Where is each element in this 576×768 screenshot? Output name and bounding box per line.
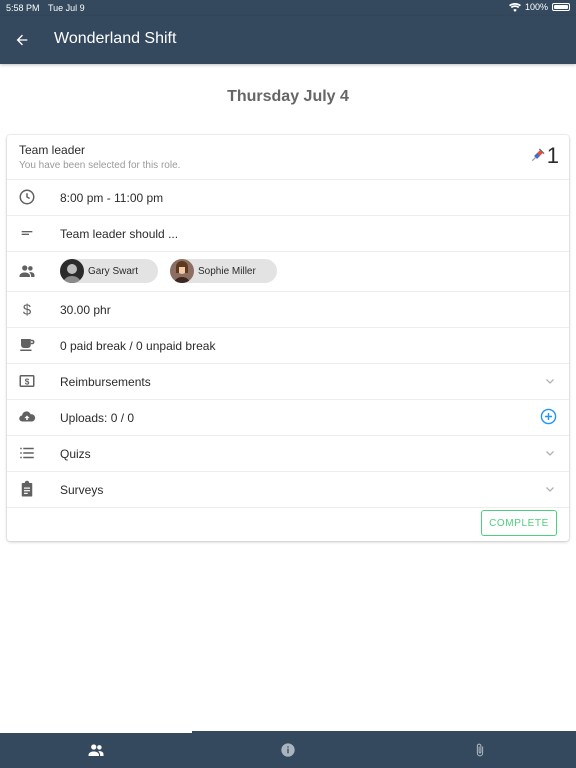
cloud-upload-icon bbox=[17, 407, 37, 427]
receipt-dollar-icon: $ bbox=[17, 371, 37, 391]
page-title: Wonderland Shift bbox=[54, 30, 177, 47]
avatar bbox=[170, 259, 194, 283]
chevron-down-icon[interactable] bbox=[543, 446, 557, 460]
battery-percent: 100% bbox=[524, 2, 548, 12]
chevron-down-icon[interactable] bbox=[543, 482, 557, 496]
members-row: Gary Swart Sophie Miller bbox=[7, 251, 569, 292]
time-row: 8:00 pm - 11:00 pm bbox=[7, 179, 569, 216]
role-title: Team leader bbox=[19, 143, 86, 157]
description-text: Team leader should ... bbox=[60, 227, 179, 241]
surveys-row[interactable]: Surveys bbox=[7, 471, 569, 508]
role-count: 1 bbox=[529, 143, 559, 169]
tab-attachments[interactable] bbox=[384, 731, 576, 768]
battery-icon bbox=[552, 3, 570, 11]
app-bar: Wonderland Shift bbox=[0, 16, 576, 64]
status-bar: 5:58 PM Tue Jul 9 100% bbox=[0, 0, 576, 16]
pay-text: 30.00 phr bbox=[60, 303, 111, 317]
wifi-icon bbox=[508, 2, 521, 12]
role-subtitle: You have been selected for this role. bbox=[19, 160, 181, 171]
member-name: Sophie Miller bbox=[198, 265, 256, 277]
avatar bbox=[60, 259, 84, 283]
status-right: 100% bbox=[508, 2, 570, 12]
member-name: Gary Swart bbox=[88, 265, 139, 277]
list-icon bbox=[17, 443, 37, 463]
people-icon bbox=[88, 743, 104, 756]
role-card: Team leader You have been selected for t… bbox=[7, 135, 569, 541]
pay-row: $ 30.00 phr bbox=[7, 291, 569, 328]
reimbursements-row[interactable]: $ Reimbursements bbox=[7, 363, 569, 400]
bottom-tab-bar bbox=[0, 731, 576, 768]
date-heading: Thursday July 4 bbox=[227, 88, 349, 105]
paperclip-icon bbox=[476, 743, 484, 756]
info-icon bbox=[281, 742, 295, 757]
quizzes-row[interactable]: Quizs bbox=[7, 435, 569, 472]
clock-icon bbox=[17, 187, 37, 207]
add-upload-button[interactable] bbox=[539, 407, 557, 425]
breaks-text: 0 paid break / 0 unpaid break bbox=[60, 339, 216, 353]
arrow-left-icon bbox=[16, 34, 28, 46]
coffee-icon bbox=[17, 335, 37, 355]
time-range: 8:00 pm - 11:00 pm bbox=[60, 191, 164, 205]
svg-text:$: $ bbox=[25, 377, 30, 386]
status-time: 5:58 PM bbox=[6, 3, 40, 13]
svg-text:$: $ bbox=[23, 301, 32, 318]
uploads-row: Uploads: 0 / 0 bbox=[7, 399, 569, 436]
dollar-icon: $ bbox=[17, 299, 37, 319]
status-date: Tue Jul 9 bbox=[48, 3, 85, 13]
role-count-number: 1 bbox=[546, 143, 559, 168]
reimbursements-label: Reimbursements bbox=[60, 375, 151, 389]
complete-button[interactable]: COMPLETE bbox=[481, 510, 557, 536]
tab-people[interactable] bbox=[0, 731, 192, 768]
chevron-down-icon[interactable] bbox=[543, 374, 557, 388]
add-circle-icon bbox=[540, 408, 556, 424]
people-icon bbox=[17, 261, 37, 281]
member-chip[interactable]: Gary Swart bbox=[60, 259, 158, 283]
syringe-icon bbox=[531, 148, 545, 162]
tab-info[interactable] bbox=[192, 731, 384, 768]
back-button[interactable] bbox=[10, 28, 34, 52]
description-row[interactable]: Team leader should ... bbox=[7, 215, 569, 252]
quizzes-label: Quizs bbox=[60, 447, 91, 461]
role-header: Team leader You have been selected for t… bbox=[7, 135, 569, 180]
clipboard-icon bbox=[17, 479, 37, 499]
member-chip[interactable]: Sophie Miller bbox=[170, 259, 277, 283]
breaks-row: 0 paid break / 0 unpaid break bbox=[7, 327, 569, 364]
surveys-label: Surveys bbox=[60, 483, 104, 497]
description-icon bbox=[17, 223, 37, 243]
uploads-text: Uploads: 0 / 0 bbox=[60, 411, 135, 425]
